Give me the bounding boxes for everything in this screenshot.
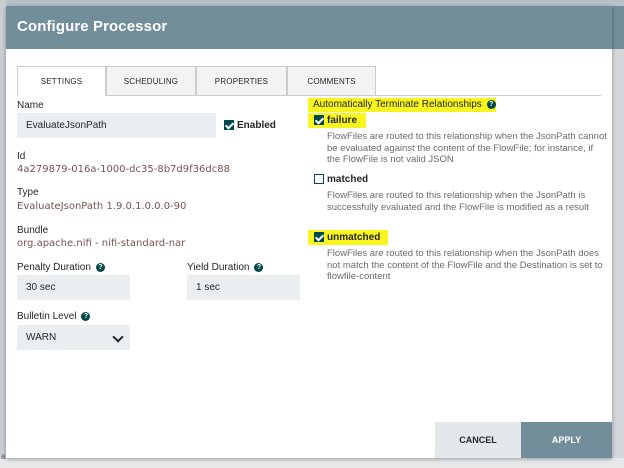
enabled-label: Enabled: [237, 120, 276, 131]
penalty-duration-input[interactable]: 30 sec: [17, 275, 130, 300]
matched-label: matched: [327, 174, 369, 185]
bulletin-level-label: Bulletin Level?: [17, 311, 91, 322]
tab-properties[interactable]: PROPERTIES: [196, 66, 287, 96]
tab-settings[interactable]: SETTINGS: [17, 66, 106, 96]
bulletin-level-text: Bulletin Level: [17, 311, 77, 322]
unmatched-label: unmatched: [327, 232, 381, 243]
question-circle-icon[interactable]: ?: [254, 262, 264, 272]
failure-checkbox[interactable]: [314, 115, 324, 125]
background-corner-text: a: [1, 452, 6, 461]
type-value: EvaluateJsonPath 1.9.0.1.0.0.0-90: [17, 201, 187, 212]
cancel-button[interactable]: CANCEL: [435, 422, 521, 458]
enabled-checkbox[interactable]: [224, 120, 234, 130]
apply-button[interactable]: APPLY: [521, 422, 612, 458]
configure-processor-dialog: Configure Processor SETTINGS SCHEDULING …: [6, 6, 612, 458]
background-status-bar: [0, 458, 624, 468]
dialog-header: Configure Processor: [6, 6, 612, 49]
unmatched-checkbox[interactable]: [314, 232, 324, 242]
matched-checkbox[interactable]: [314, 174, 324, 184]
yield-duration-text: Yield Duration: [187, 262, 250, 273]
auto-terminate-header: Automatically Terminate Relationships?: [313, 99, 496, 110]
penalty-duration-text: Penalty Duration: [17, 262, 91, 273]
type-label: Type: [17, 187, 39, 198]
tab-scheduling[interactable]: SCHEDULING: [106, 66, 196, 96]
matched-description: FlowFiles are routed to this relationshi…: [327, 190, 589, 213]
id-value: 4a279879-016a-1000-dc35-8b7d9f36dc88: [17, 164, 230, 175]
yield-duration-label: Yield Duration?: [187, 262, 264, 273]
tab-comments[interactable]: COMMENTS: [287, 66, 376, 96]
bundle-value: org.apache.nifi - nifi-standard-nar: [17, 238, 186, 249]
bulletin-level-select[interactable]: WARN: [17, 325, 130, 350]
dialog-title: Configure Processor: [17, 18, 168, 35]
yield-duration-input[interactable]: 1 sec: [187, 275, 300, 300]
name-label: Name: [17, 100, 44, 111]
auto-terminate-text: Automatically Terminate Relationships: [313, 99, 482, 110]
penalty-duration-label: Penalty Duration?: [17, 262, 105, 273]
tab-divider-left: [17, 66, 18, 96]
failure-label: failure: [327, 115, 358, 126]
tab-divider: [106, 95, 601, 96]
failure-description: FlowFiles are routed to this relationshi…: [327, 131, 607, 166]
id-label: Id: [17, 151, 26, 162]
bulletin-level-value: WARN: [26, 332, 57, 343]
question-circle-icon[interactable]: ?: [486, 99, 496, 109]
name-input[interactable]: EvaluateJsonPath: [17, 113, 216, 138]
question-circle-icon[interactable]: ?: [95, 262, 105, 272]
bundle-label: Bundle: [17, 225, 49, 236]
unmatched-description: FlowFiles are routed to this relationshi…: [327, 248, 603, 283]
chevron-down-icon: [112, 331, 124, 343]
question-circle-icon[interactable]: ?: [81, 311, 91, 321]
